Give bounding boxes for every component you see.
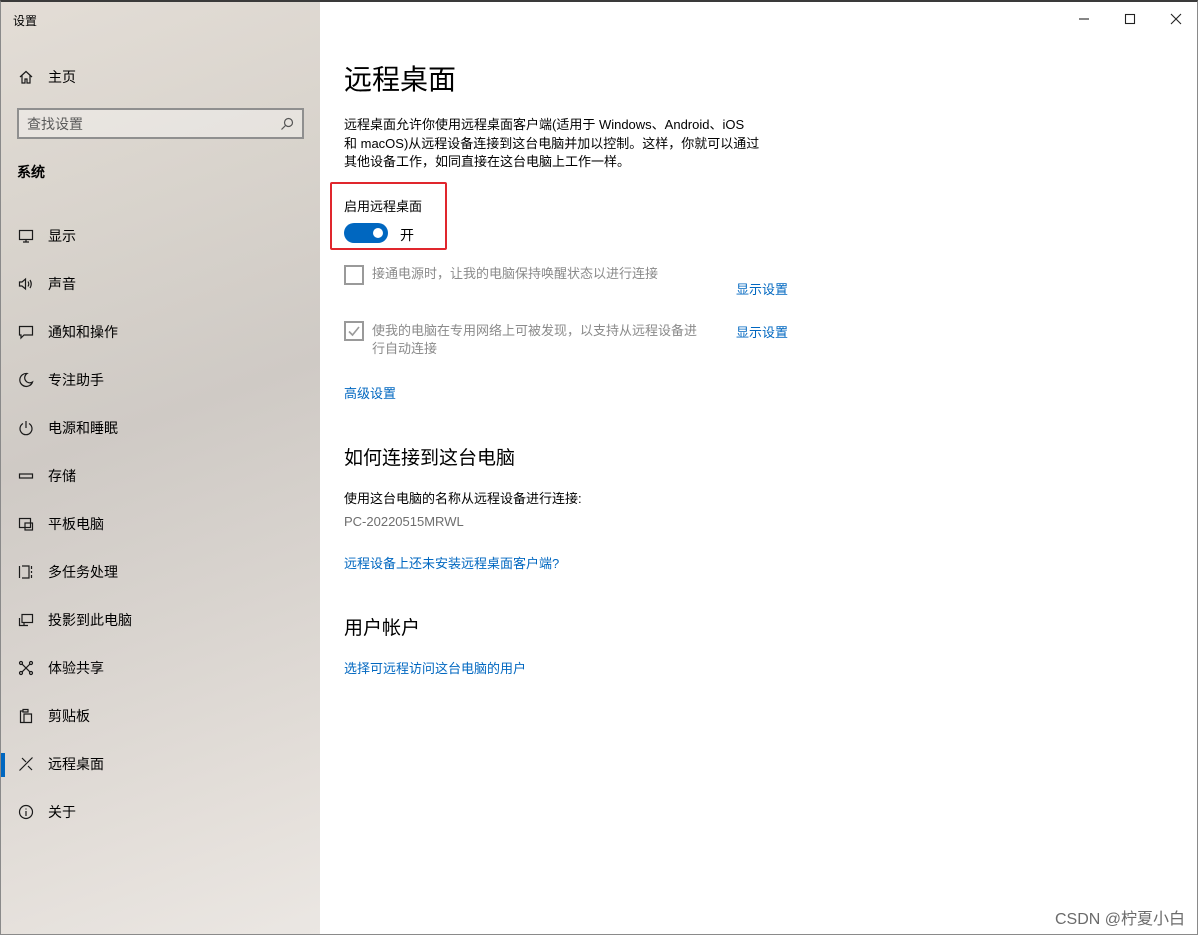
description-line: 其他设备工作，如同直接在这台电脑上工作一样。 bbox=[344, 154, 631, 169]
network-settings-link[interactable]: 显示设置 bbox=[736, 322, 788, 341]
sidebar-item-label: 专注助手 bbox=[48, 372, 104, 388]
sidebar-item-label: 远程桌面 bbox=[48, 756, 104, 772]
remote-desktop-icon bbox=[17, 755, 35, 773]
storage-icon bbox=[17, 467, 35, 485]
sidebar-item-about[interactable]: 关于 bbox=[1, 788, 320, 836]
maximize-icon bbox=[1124, 13, 1136, 25]
description: 远程桌面允许你使用远程桌面客户端(适用于 Windows、Android、iOS… bbox=[344, 116, 794, 172]
sidebar-item-label: 显示 bbox=[48, 228, 76, 244]
home-label: 主页 bbox=[48, 69, 76, 85]
notification-icon bbox=[17, 323, 35, 341]
remote-desktop-toggle[interactable] bbox=[344, 223, 388, 243]
sidebar-item-notifications[interactable]: 通知和操作 bbox=[1, 308, 320, 356]
sidebar-item-remote-desktop[interactable]: 远程桌面 bbox=[1, 740, 320, 788]
sidebar-item-label: 声音 bbox=[48, 276, 76, 292]
toggle-state-text: 开 bbox=[400, 227, 414, 243]
share-icon bbox=[17, 659, 35, 677]
how-to-connect-text: 使用这台电脑的名称从远程设备进行连接: bbox=[344, 491, 582, 506]
sidebar-item-label: 电源和睡眠 bbox=[48, 420, 118, 436]
pc-name: PC-20220515MRWL bbox=[344, 514, 464, 529]
close-icon bbox=[1170, 13, 1182, 25]
sidebar-item-display[interactable]: 显示 bbox=[1, 212, 320, 260]
toggle-label: 启用远程桌面 bbox=[344, 199, 423, 214]
sidebar-item-label: 通知和操作 bbox=[48, 324, 118, 340]
sidebar: 设置 主页 系统 显示 声音 通知和操作 bbox=[1, 2, 320, 934]
sidebar-item-label: 存储 bbox=[48, 468, 76, 484]
search-icon[interactable] bbox=[280, 117, 294, 131]
info-icon bbox=[17, 803, 35, 821]
home-icon bbox=[17, 68, 35, 86]
speaker-icon bbox=[17, 275, 35, 293]
moon-icon bbox=[17, 371, 35, 389]
sidebar-item-focus-assist[interactable]: 专注助手 bbox=[1, 356, 320, 404]
clipboard-icon bbox=[17, 707, 35, 725]
discoverable-checkbox[interactable] bbox=[344, 321, 364, 341]
description-line: 远程桌面允许你使用远程桌面客户端(适用于 Windows、Android、iOS bbox=[344, 117, 745, 132]
sidebar-item-tablet[interactable]: 平板电脑 bbox=[1, 500, 320, 548]
user-accounts-title: 用户帐户 bbox=[344, 618, 421, 639]
sidebar-item-sound[interactable]: 声音 bbox=[1, 260, 320, 308]
nav-list: 显示 声音 通知和操作 专注助手 电源和睡眠 存储 平板电脑 多任务处理 投影到… bbox=[1, 212, 320, 836]
minimize-icon bbox=[1079, 18, 1089, 20]
discoverable-text-line: 行自动连接 bbox=[372, 341, 438, 356]
sidebar-item-label: 体验共享 bbox=[48, 660, 104, 676]
search-box[interactable] bbox=[17, 108, 304, 139]
client-not-installed-link[interactable]: 远程设备上还未安装远程桌面客户端? bbox=[344, 553, 559, 572]
monitor-icon bbox=[17, 227, 35, 245]
sidebar-item-label: 多任务处理 bbox=[48, 564, 118, 580]
watermark: CSDN @柠夏小白 bbox=[1054, 911, 1185, 928]
advanced-settings-link[interactable]: 高级设置 bbox=[344, 383, 396, 402]
window-controls bbox=[1061, 2, 1197, 36]
tablet-icon bbox=[17, 515, 35, 533]
sidebar-item-storage[interactable]: 存储 bbox=[1, 452, 320, 500]
toggle-knob bbox=[373, 228, 383, 238]
sidebar-item-label: 剪贴板 bbox=[48, 708, 90, 724]
close-button[interactable] bbox=[1153, 2, 1197, 36]
sidebar-item-multitasking[interactable]: 多任务处理 bbox=[1, 548, 320, 596]
checkmark-icon bbox=[348, 326, 360, 337]
main-content: 远程桌面 远程桌面允许你使用远程桌面客户端(适用于 Windows、Androi… bbox=[320, 2, 1197, 934]
discoverable-text-line: 使我的电脑在专用网络上可被发现，以支持从远程设备进 bbox=[372, 323, 698, 338]
sidebar-item-clipboard[interactable]: 剪贴板 bbox=[1, 692, 320, 740]
power-settings-link[interactable]: 显示设置 bbox=[736, 279, 788, 298]
minimize-button[interactable] bbox=[1061, 2, 1107, 36]
sidebar-item-label: 平板电脑 bbox=[48, 516, 104, 532]
sidebar-item-label: 投影到此电脑 bbox=[48, 612, 132, 628]
sidebar-item-power[interactable]: 电源和睡眠 bbox=[1, 404, 320, 452]
app-title: 设置 bbox=[13, 14, 38, 28]
home-nav-item[interactable]: 主页 bbox=[17, 66, 76, 88]
projection-icon bbox=[17, 611, 35, 629]
description-line: 和 macOS)从远程设备连接到这台电脑并加以控制。这样，你就可以通过 bbox=[344, 135, 760, 151]
sidebar-item-project-to-pc[interactable]: 投影到此电脑 bbox=[1, 596, 320, 644]
section-title-system: 系统 bbox=[17, 164, 45, 180]
maximize-button[interactable] bbox=[1107, 2, 1153, 36]
keep-awake-text: 接通电源时，让我的电脑保持唤醒状态以进行连接 bbox=[372, 266, 659, 281]
how-to-connect-title: 如何连接到这台电脑 bbox=[344, 448, 516, 469]
sidebar-item-label: 关于 bbox=[48, 804, 76, 820]
settings-window: 设置 主页 系统 显示 声音 通知和操作 bbox=[0, 0, 1198, 935]
multitask-icon bbox=[17, 563, 35, 581]
keep-awake-checkbox[interactable] bbox=[344, 265, 364, 285]
page-title: 远程桌面 bbox=[344, 64, 457, 95]
select-users-link[interactable]: 选择可远程访问这台电脑的用户 bbox=[344, 658, 526, 677]
search-input[interactable] bbox=[27, 115, 267, 132]
discoverable-text: 使我的电脑在专用网络上可被发现，以支持从远程设备进 行自动连接 bbox=[372, 322, 697, 358]
sidebar-item-shared-experiences[interactable]: 体验共享 bbox=[1, 644, 320, 692]
power-icon bbox=[17, 419, 35, 437]
